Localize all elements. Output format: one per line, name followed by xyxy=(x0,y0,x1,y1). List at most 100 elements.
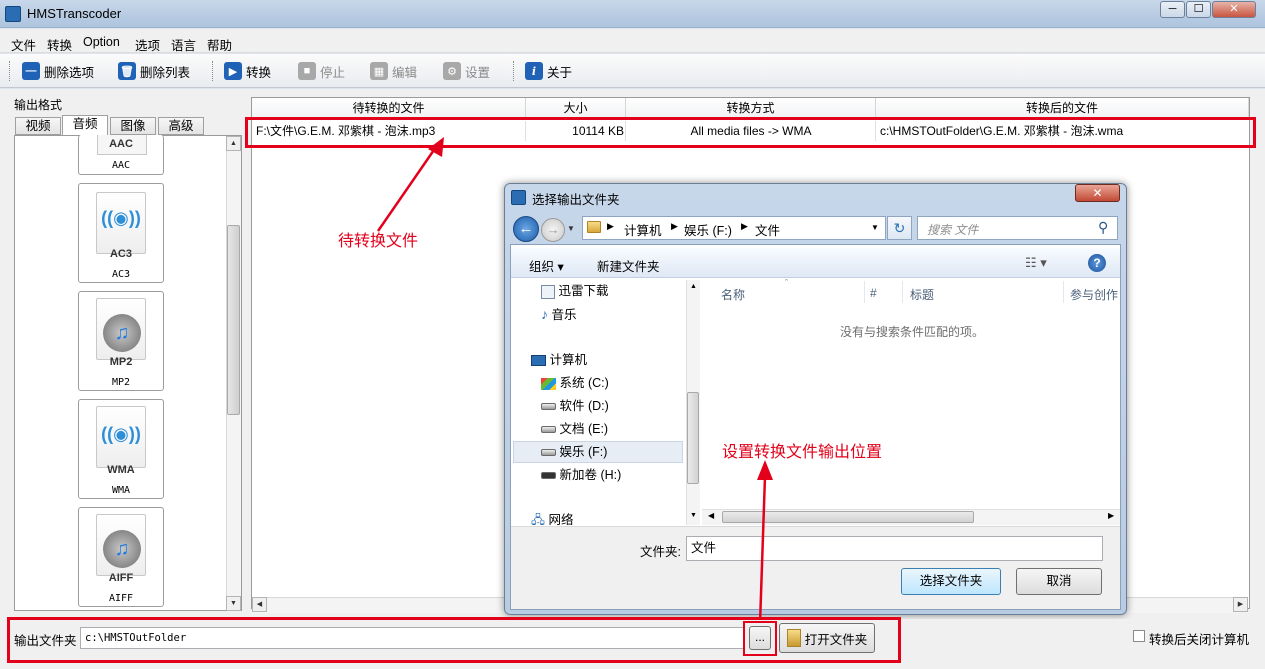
shutdown-checkbox[interactable] xyxy=(1133,630,1145,642)
view-options-icon[interactable]: ☷ ▾ xyxy=(1025,255,1047,271)
sort-up-icon: ˆ xyxy=(785,278,788,288)
forward-button[interactable]: → xyxy=(541,218,565,242)
window-title: HMSTranscoder xyxy=(27,6,122,21)
scroll-right-icon[interactable]: ▶ xyxy=(1233,597,1248,612)
maximize-button[interactable]: ☐ xyxy=(1186,1,1211,18)
annotation-arrow-up xyxy=(376,137,444,232)
back-button[interactable]: ← xyxy=(513,216,539,242)
column-name[interactable]: 名称 xyxy=(721,286,745,303)
scroll-down-icon[interactable]: ▼ xyxy=(226,596,241,611)
dialog-cancel-button[interactable]: 取消 xyxy=(1016,568,1102,595)
help-icon[interactable]: ? xyxy=(1088,254,1106,272)
nav-drive-d[interactable]: 软件 (D:) xyxy=(541,396,609,416)
stop-button[interactable]: ■ 停止 xyxy=(298,60,345,82)
format-caption: MP2 xyxy=(111,377,131,388)
dialog-close-button[interactable]: ✕ xyxy=(1075,184,1120,202)
nav-label: 娱乐 (F:) xyxy=(559,445,608,459)
folder-label: 文件夹: xyxy=(640,545,681,559)
menu-file[interactable]: 文件 xyxy=(11,35,36,54)
app-icon xyxy=(5,6,21,22)
organize-menu[interactable]: 组织 ▾ xyxy=(529,256,564,275)
menu-option[interactable]: Option xyxy=(83,35,120,49)
tab-advanced[interactable]: 高级 xyxy=(158,117,204,135)
search-icon[interactable]: ⚲ xyxy=(1098,219,1108,236)
format-card-wma[interactable]: ((◉)) WMA WMA xyxy=(78,399,164,499)
format-caption: AC3 xyxy=(111,269,131,280)
annotation-set-output: 设置转换文件输出位置 xyxy=(722,444,883,461)
scroll-up-icon[interactable]: ▲ xyxy=(226,136,241,151)
column-header-target[interactable]: 转换后的文件 xyxy=(876,98,1249,119)
scroll-thumb[interactable] xyxy=(227,225,240,415)
toolbar-separator xyxy=(513,61,515,81)
remove-list-button[interactable]: 🗑 删除列表 xyxy=(118,60,190,82)
column-title[interactable]: 标题 xyxy=(910,286,934,303)
toolbar-separator xyxy=(9,61,11,81)
scroll-up-icon[interactable]: ▲ xyxy=(690,283,697,290)
nav-drive-e[interactable]: 文档 (E:) xyxy=(541,419,608,439)
breadcrumb-folder[interactable]: 文件 xyxy=(755,220,780,239)
nav-network[interactable]: 🖧 网络 xyxy=(531,510,573,525)
column-contributor[interactable]: 参与创作 xyxy=(1070,286,1120,303)
minimize-button[interactable]: ─ xyxy=(1160,1,1185,18)
nav-drive-h[interactable]: 新加卷 (H:) xyxy=(541,465,621,485)
settings-button[interactable]: ⚙ 设置 xyxy=(443,60,490,82)
gear-icon: ⚙ xyxy=(443,62,461,80)
menu-help[interactable]: 帮助 xyxy=(207,35,232,54)
column-header-size[interactable]: 大小 xyxy=(526,98,626,119)
refresh-icon[interactable]: ↻ xyxy=(887,216,912,240)
drive-icon xyxy=(541,449,556,457)
search-placeholder: 搜索 文件 xyxy=(927,223,979,237)
scroll-left-icon[interactable]: ◀ xyxy=(252,597,267,612)
address-dropdown-icon[interactable]: ▼ xyxy=(871,223,879,232)
nav-label: 文档 (E:) xyxy=(559,422,609,436)
dialog-title: 选择输出文件夹 xyxy=(532,193,620,207)
menu-convert[interactable]: 转换 xyxy=(47,35,72,54)
format-card-aac[interactable]: AAC AAC xyxy=(78,135,164,175)
drive-icon xyxy=(541,472,556,480)
stop-icon: ■ xyxy=(298,62,316,80)
recent-dropdown-icon[interactable]: ▼ xyxy=(567,224,575,233)
chevron-right-icon: ▶ xyxy=(671,221,678,231)
dialog-app-icon xyxy=(511,190,526,205)
format-card-aiff[interactable]: ♫ AIFF AIFF xyxy=(78,507,164,607)
chevron-right-icon: ▶ xyxy=(607,221,614,231)
nav-computer[interactable]: 计算机 xyxy=(531,350,587,370)
nav-drive-f[interactable]: 娱乐 (F:) xyxy=(541,442,607,462)
tab-audio[interactable]: 音频 xyxy=(62,115,108,136)
annotation-highlight-browse xyxy=(743,621,777,656)
scroll-left-icon[interactable]: ◀ xyxy=(708,511,714,520)
edit-button[interactable]: ▦ 编辑 xyxy=(370,60,417,82)
menu-options[interactable]: 选项 xyxy=(135,35,160,54)
format-card-ac3[interactable]: ((◉)) AC3 AC3 xyxy=(78,183,164,283)
column-header-source[interactable]: 待转换的文件 xyxy=(252,98,526,119)
folder-icon xyxy=(587,221,601,233)
settings-label: 设置 xyxy=(465,65,491,80)
nav-music[interactable]: ♪ 音乐 xyxy=(541,304,577,324)
column-header-method[interactable]: 转换方式 xyxy=(626,98,876,119)
menu-language[interactable]: 语言 xyxy=(171,35,196,54)
new-folder-button[interactable]: 新建文件夹 xyxy=(597,256,660,275)
breadcrumb-computer[interactable]: 计算机 xyxy=(624,220,662,239)
output-format-label: 输出格式 xyxy=(14,98,63,112)
close-button[interactable]: ✕ xyxy=(1212,1,1256,18)
select-folder-button[interactable]: 选择文件夹 xyxy=(901,568,1001,595)
scroll-right-icon[interactable]: ▶ xyxy=(1108,511,1114,520)
shutdown-checkbox-label: 转换后关闭计算机 xyxy=(1149,633,1250,647)
tab-video[interactable]: 视频 xyxy=(15,117,61,135)
format-label: AAC xyxy=(109,138,133,150)
breadcrumb-drive[interactable]: 娱乐 (F:) xyxy=(684,220,732,239)
tab-image[interactable]: 图像 xyxy=(110,117,156,135)
about-button[interactable]: i 关于 xyxy=(525,60,572,82)
scroll-down-icon[interactable]: ▼ xyxy=(690,512,697,519)
format-caption: WMA xyxy=(111,485,131,496)
convert-button[interactable]: ▶ 转换 xyxy=(224,60,271,82)
nav-drive-c[interactable]: 系统 (C:) xyxy=(541,373,609,393)
format-card-mp2[interactable]: ♫ MP2 MP2 xyxy=(78,291,164,391)
column-number[interactable]: # xyxy=(870,286,877,300)
empty-message: 没有与搜索条件匹配的项。 xyxy=(840,325,985,339)
folder-name-input[interactable]: 文件 xyxy=(686,536,1103,561)
document-icon xyxy=(541,284,555,299)
scroll-thumb[interactable] xyxy=(687,392,699,484)
nav-thunder-downloads[interactable]: 迅雷下载 xyxy=(541,281,609,301)
remove-item-button[interactable]: — 删除选项 xyxy=(22,60,94,82)
